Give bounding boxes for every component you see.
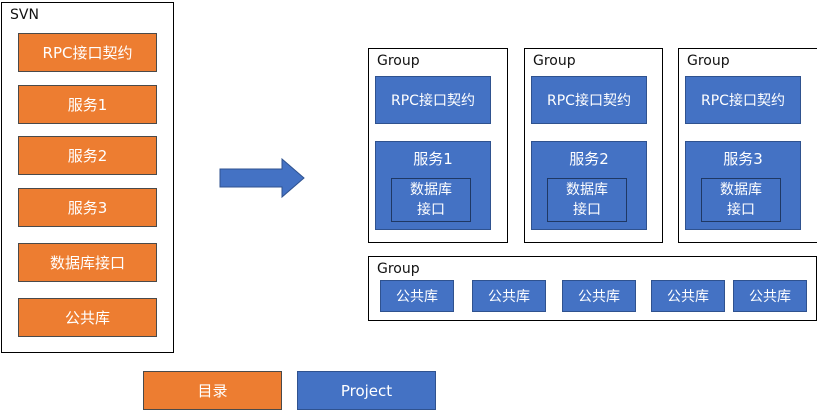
db-interface-line1: 数据库 (410, 182, 452, 198)
svn-title: SVN (10, 7, 39, 23)
service-label: 服务3 (723, 150, 763, 168)
svn-item-common-lib: 公共库 (18, 298, 157, 337)
db-interface-line1: 数据库 (566, 182, 608, 198)
group-title: Group (377, 53, 420, 69)
group-frame-2: Group RPC接口契约 服务2 数据库 接口 (524, 48, 663, 243)
legend-directory: 目录 (143, 371, 282, 410)
db-interface-line2: 接口 (417, 202, 445, 218)
common-lib-box: 公共库 (562, 280, 636, 312)
service-label: 服务1 (413, 150, 453, 168)
common-lib-group-frame: Group 公共库 公共库 公共库 公共库 公共库 (368, 256, 817, 321)
rpc-contract-box: RPC接口契约 (685, 76, 801, 124)
service-box: 服务1 数据库 接口 (375, 141, 491, 230)
service-box: 服务2 数据库 接口 (531, 141, 647, 230)
group-frame-3: Group RPC接口契约 服务3 数据库 接口 (678, 48, 817, 243)
group-frame-1: Group RPC接口契约 服务1 数据库 接口 (368, 48, 508, 243)
svn-item-service-1: 服务1 (18, 85, 157, 124)
service-label: 服务2 (569, 150, 609, 168)
rpc-contract-box: RPC接口契约 (375, 76, 491, 124)
group-title: Group (377, 261, 420, 277)
db-interface-line2: 接口 (727, 202, 755, 218)
svn-item-service-3: 服务3 (18, 188, 157, 227)
rpc-contract-box: RPC接口契约 (531, 76, 647, 124)
db-interface-box: 数据库 接口 (701, 178, 781, 222)
svn-item-service-2: 服务2 (18, 136, 157, 175)
service-box: 服务3 数据库 接口 (685, 141, 801, 230)
common-lib-box: 公共库 (380, 280, 454, 312)
common-lib-box: 公共库 (733, 280, 807, 312)
right-arrow-icon (219, 158, 305, 199)
group-title: Group (533, 53, 576, 69)
common-lib-box: 公共库 (472, 280, 546, 312)
db-interface-box: 数据库 接口 (391, 178, 471, 222)
db-interface-line2: 接口 (573, 202, 601, 218)
common-lib-box: 公共库 (651, 280, 725, 312)
legend-project: Project (297, 371, 436, 410)
db-interface-box: 数据库 接口 (547, 178, 627, 222)
group-title: Group (687, 53, 730, 69)
svn-item-db-interface: 数据库接口 (18, 243, 157, 282)
svn-item-rpc-contract: RPC接口契约 (18, 33, 157, 72)
db-interface-line1: 数据库 (720, 182, 762, 198)
